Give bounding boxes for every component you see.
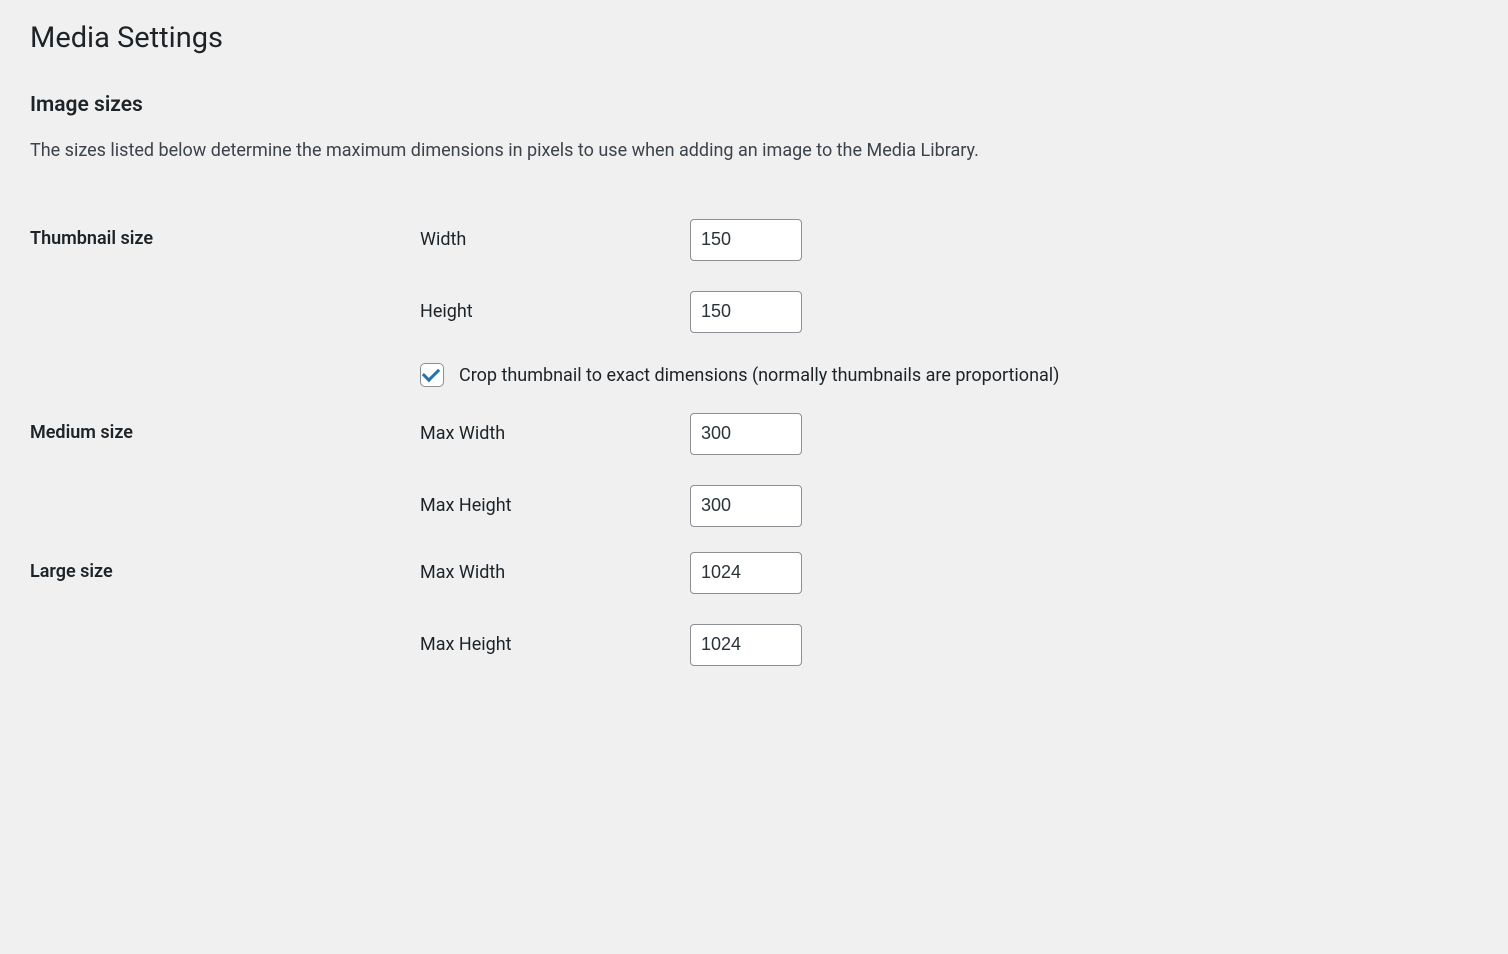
large-height-input[interactable] bbox=[690, 624, 802, 666]
medium-size-label: Medium size bbox=[30, 403, 420, 542]
medium-height-label: Max Height bbox=[420, 495, 690, 516]
large-width-input[interactable] bbox=[690, 552, 802, 594]
medium-width-input[interactable] bbox=[690, 413, 802, 455]
large-size-label: Large size bbox=[30, 542, 420, 681]
thumbnail-width-label: Width bbox=[420, 229, 690, 250]
section-description: The sizes listed below determine the max… bbox=[30, 137, 1478, 164]
section-heading: Image sizes bbox=[30, 93, 1478, 117]
thumbnail-width-input[interactable] bbox=[690, 219, 802, 261]
large-width-label: Max Width bbox=[420, 562, 690, 583]
thumbnail-height-input[interactable] bbox=[690, 291, 802, 333]
large-height-label: Max Height bbox=[420, 634, 690, 655]
thumbnail-crop-label[interactable]: Crop thumbnail to exact dimensions (norm… bbox=[459, 363, 1059, 388]
medium-height-input[interactable] bbox=[690, 485, 802, 527]
thumbnail-size-label: Thumbnail size bbox=[30, 209, 420, 403]
thumbnail-crop-checkbox[interactable] bbox=[420, 363, 444, 387]
page-title: Media Settings bbox=[30, 20, 1478, 58]
thumbnail-height-label: Height bbox=[420, 301, 690, 322]
medium-width-label: Max Width bbox=[420, 423, 690, 444]
